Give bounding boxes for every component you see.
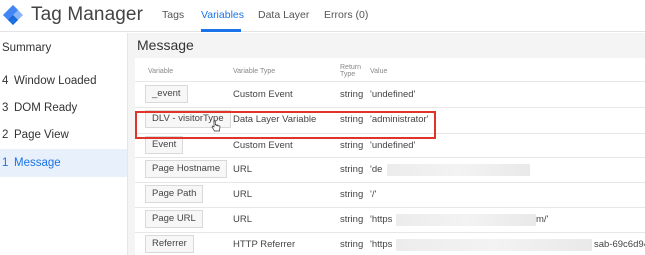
sidebar-item-message[interactable]: 1 Message: [0, 149, 127, 177]
variable-value: 'undefined': [370, 89, 416, 100]
variable-type: URL: [233, 214, 253, 225]
redacted-value: [396, 239, 592, 251]
variable-type: Data Layer Variable: [233, 114, 317, 125]
redacted-value: [387, 164, 530, 176]
variable-type: Custom Event: [233, 89, 293, 100]
variable-value: 'https: [370, 239, 393, 250]
app-title: Tag Manager: [31, 4, 144, 25]
variable-value: 'de: [370, 164, 383, 175]
page-title: Message: [137, 37, 194, 53]
variable-type: HTTP Referrer: [233, 239, 296, 250]
return-type: string: [340, 189, 364, 200]
variable-chip[interactable]: Page Path: [145, 185, 204, 203]
column-header-return-type: Return Type: [340, 64, 362, 78]
variable-value-end: sab-69c6d94: [594, 239, 645, 250]
column-header-type: Variable Type: [233, 68, 276, 75]
variable-chip[interactable]: Page Hostname: [145, 160, 228, 178]
return-type: string: [340, 239, 364, 250]
active-tab-indicator: [201, 29, 241, 32]
variable-value: 'administrator': [370, 114, 429, 125]
top-bar: Tag Manager Tags Variables Data Layer Er…: [0, 0, 645, 32]
variable-chip[interactable]: Referrer: [145, 235, 194, 253]
variable-type: URL: [233, 189, 253, 200]
column-header-value: Value: [370, 68, 388, 75]
event-number: 1: [2, 157, 9, 169]
variables-table: Variable Variable Type Return Type Value …: [135, 58, 645, 255]
event-number: 4: [2, 75, 9, 87]
sidebar-item-label: Page View: [14, 129, 69, 141]
return-type: string: [340, 214, 364, 225]
row-divider: [135, 182, 645, 183]
variable-type: URL: [233, 164, 253, 175]
variable-type: Custom Event: [233, 140, 293, 151]
column-header-variable: Variable: [148, 68, 174, 75]
tab-tags[interactable]: Tags: [162, 9, 184, 21]
row-divider: [135, 133, 645, 134]
row-divider: [135, 81, 645, 82]
variable-chip[interactable]: Event: [145, 136, 184, 154]
tab-data-layer[interactable]: Data Layer: [258, 9, 309, 21]
tab-variables[interactable]: Variables: [201, 9, 244, 21]
sidebar-item-window-loaded[interactable]: 4 Window Loaded: [0, 67, 127, 95]
variable-chip[interactable]: Page URL: [145, 210, 203, 228]
return-type: string: [340, 140, 364, 151]
sidebar: Summary 4 Window Loaded 3 DOM Ready 2 Page …: [0, 33, 128, 255]
event-number: 3: [2, 102, 9, 114]
main-panel: Message Variable Variable Type Return Typ…: [128, 33, 645, 255]
return-type: string: [340, 89, 364, 100]
variable-value: '/': [370, 189, 377, 200]
sidebar-item-page-view[interactable]: 2 Page View: [0, 121, 127, 149]
sidebar-item-label: DOM Ready: [14, 102, 78, 114]
row-divider: [135, 232, 645, 233]
sidebar-item-summary[interactable]: Summary: [0, 34, 127, 62]
row-divider: [135, 207, 645, 208]
return-type: string: [340, 164, 364, 175]
gtm-diamond-icon: [3, 5, 23, 25]
variable-value: 'https: [370, 214, 393, 225]
variable-value-end: m/': [536, 214, 549, 225]
event-number: 2: [2, 129, 9, 141]
sidebar-item-label: Summary: [2, 42, 52, 54]
variable-chip[interactable]: _event: [145, 85, 188, 103]
sidebar-item-dom-ready[interactable]: 3 DOM Ready: [0, 94, 127, 122]
sidebar-item-label: Window Loaded: [14, 75, 97, 87]
row-divider: [135, 107, 645, 108]
hand-cursor-icon: [211, 120, 221, 132]
return-type: string: [340, 114, 364, 125]
tab-errors[interactable]: Errors (0): [324, 9, 368, 21]
redacted-value: [396, 214, 536, 226]
variable-value: 'undefined': [370, 140, 416, 151]
row-divider: [135, 157, 645, 158]
sidebar-item-label: Message: [14, 157, 61, 169]
